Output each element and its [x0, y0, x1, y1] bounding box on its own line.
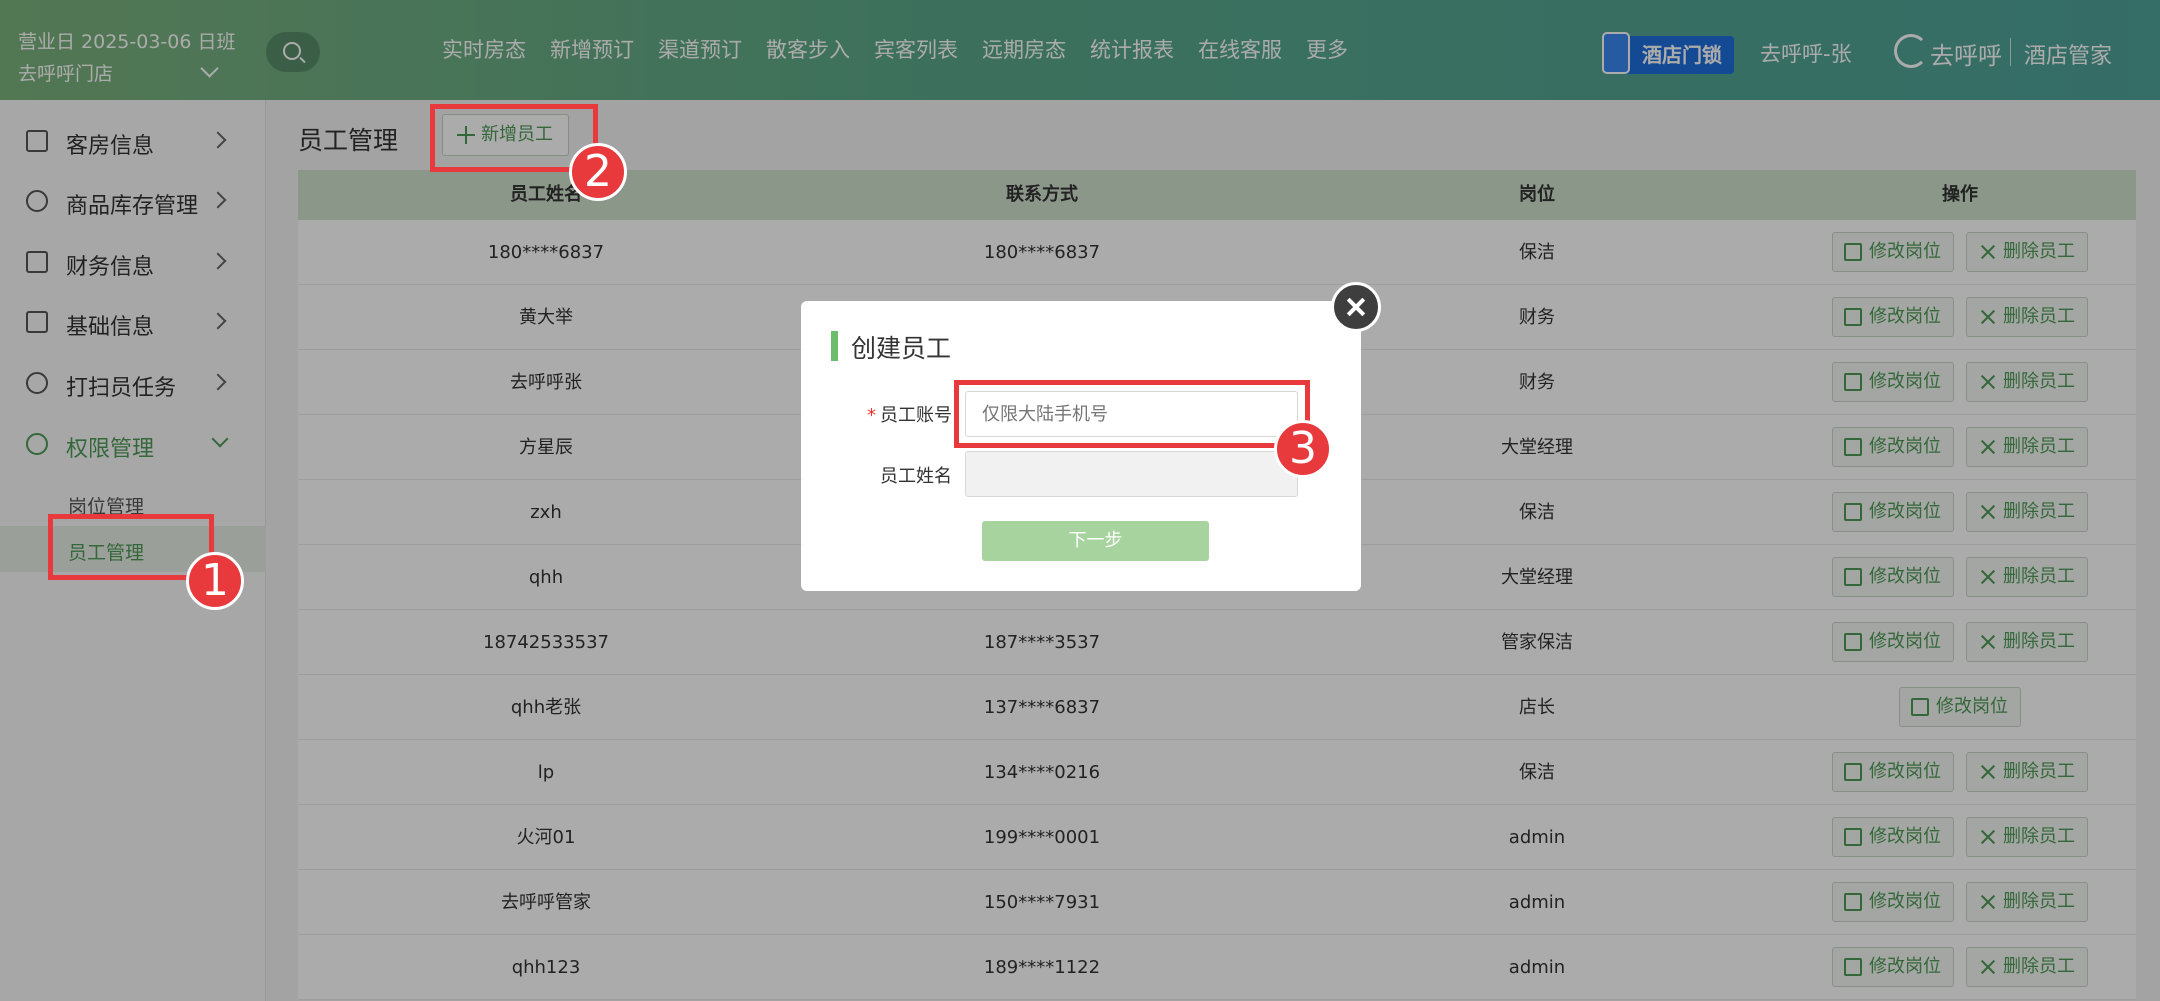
close-dialog-button[interactable] [1331, 282, 1381, 332]
next-step-button[interactable]: 下一步 [982, 521, 1209, 561]
highlight-box-3 [954, 380, 1310, 448]
step-badge-2: 2 [569, 143, 627, 201]
step-badge-3: 3 [1274, 420, 1332, 478]
title-accent-bar [831, 331, 838, 361]
name-input[interactable] [965, 451, 1298, 497]
name-label: 员工姓名 [880, 466, 952, 487]
account-label: * 员工账号 [867, 405, 952, 426]
dialog-title: 创建员工 [851, 334, 952, 363]
step-badge-1: 1 [186, 552, 244, 610]
